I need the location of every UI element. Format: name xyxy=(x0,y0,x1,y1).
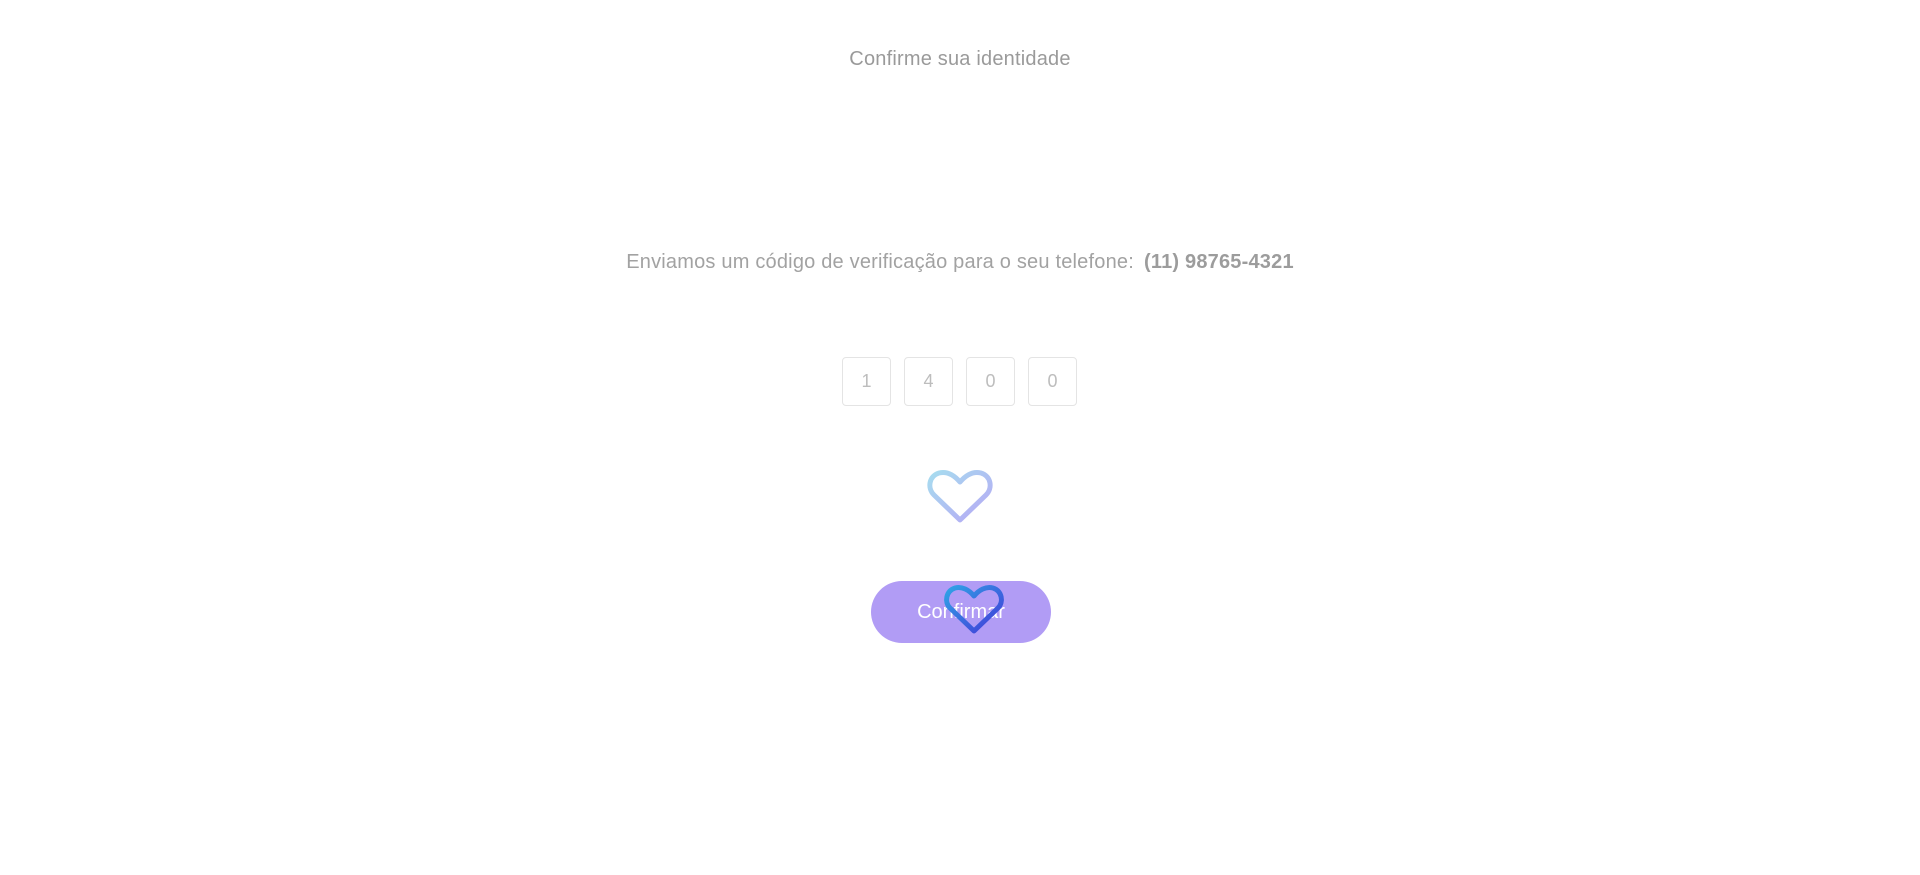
heart-icon xyxy=(944,585,1004,634)
heart-icon xyxy=(927,470,993,523)
page-title: Confirme sua identidade xyxy=(849,48,1071,70)
verification-code-inputs: 1 4 0 0 xyxy=(842,357,1077,406)
phone-number: (11) 98765-4321 xyxy=(1143,251,1294,273)
verification-message: Enviamos um código de verificação para o… xyxy=(0,251,1920,274)
code-digit-input-3[interactable]: 0 xyxy=(966,357,1015,406)
code-digit-input-4[interactable]: 0 xyxy=(1028,357,1077,406)
confirm-identity-page: Confirme sua identidade Enviamos um códi… xyxy=(0,0,1920,875)
code-digit-input-2[interactable]: 4 xyxy=(904,357,953,406)
code-digit-input-1[interactable]: 1 xyxy=(842,357,891,406)
verification-message-text: Enviamos um código de verificação para o… xyxy=(626,251,1134,273)
